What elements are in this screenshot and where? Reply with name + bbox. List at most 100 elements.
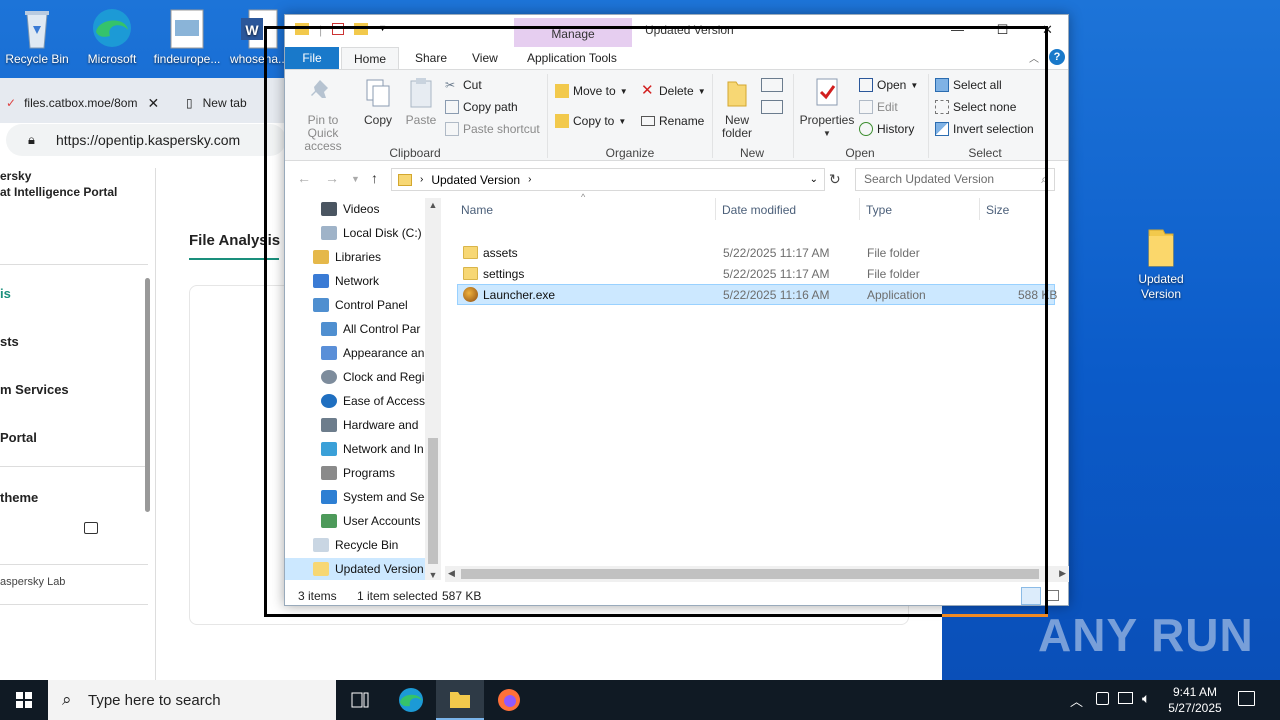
path-dropdown-icon[interactable]: ⌄ — [810, 174, 818, 185]
file-row-selected[interactable]: Launcher.exe 5/22/2025 11:16 AM Applicat… — [457, 284, 1057, 305]
meet-now-icon[interactable] — [1096, 692, 1109, 705]
sidebar-item-requests[interactable]: sts — [0, 334, 19, 349]
nav-item-user-accounts[interactable]: User Accounts — [321, 510, 420, 532]
nav-item-appearance[interactable]: Appearance an — [321, 342, 424, 364]
browser-address-bar[interactable]: 🔒︎ https://opentip.kaspersky.com — [6, 124, 286, 156]
browser-tab-newtab[interactable]: ▯ New tab — [186, 88, 247, 118]
tab-view[interactable]: View — [460, 47, 510, 69]
properties-icon[interactable] — [332, 23, 345, 35]
copy-button[interactable]: Copy — [360, 76, 396, 127]
edge-taskbar-button[interactable] — [387, 680, 435, 720]
title-bar[interactable]: | ▼ Manage Updated Version — ☐ ✕ — [285, 15, 1068, 47]
edit-button[interactable]: Edit — [859, 100, 898, 114]
select-all-button[interactable]: Select all — [935, 78, 1002, 92]
path-bar[interactable]: › Updated Version › ⌄ — [391, 168, 825, 191]
scroll-down-icon[interactable]: ▼ — [425, 570, 441, 580]
sidebar-item-portal[interactable]: Portal — [0, 430, 37, 445]
up-arrow-icon[interactable]: ↑ — [371, 170, 378, 186]
findeurope-desktop-icon[interactable]: findeurope... — [150, 6, 224, 67]
cut-button[interactable]: ✂ Cut — [445, 78, 482, 92]
details-view-icon[interactable] — [1021, 587, 1041, 605]
sidebar-item-analysis[interactable]: is — [0, 286, 11, 301]
column-header-type[interactable]: Type — [866, 203, 892, 217]
nav-item-recycle-bin[interactable]: Recycle Bin — [313, 534, 398, 556]
close-button[interactable]: ✕ — [1025, 15, 1070, 45]
network-status-icon[interactable] — [1118, 692, 1133, 704]
chevron-down-icon[interactable]: ▼ — [378, 23, 387, 37]
forward-arrow-icon[interactable]: → — [325, 170, 339, 186]
back-arrow-icon[interactable]: ← — [297, 170, 311, 186]
paste-shortcut-button[interactable]: Paste shortcut — [445, 122, 540, 136]
help-icon[interactable]: ? — [1049, 49, 1065, 65]
nav-item-network[interactable]: Network — [313, 270, 379, 292]
pin-to-quick-access-button[interactable]: Pin to Quick access — [291, 76, 355, 153]
tab-home[interactable]: Home — [341, 47, 400, 69]
maximize-button[interactable]: ☐ — [980, 15, 1025, 45]
nav-item-updated-version[interactable]: Updated Version — [285, 558, 425, 580]
close-tab-icon[interactable]: ✕ — [147, 95, 159, 112]
file-row[interactable]: assets 5/22/2025 11:17 AM File folder — [457, 242, 1055, 263]
copy-to-button[interactable]: Copy to ▼ — [555, 114, 626, 128]
scroll-right-icon[interactable]: ▶ — [1059, 568, 1066, 579]
updated-version-desktop-icon[interactable]: Updated Version — [1124, 226, 1198, 302]
task-view-button[interactable] — [336, 680, 384, 720]
nav-item-videos[interactable]: Videos — [321, 198, 379, 220]
file-row[interactable]: settings 5/22/2025 11:17 AM File folder — [457, 263, 1055, 284]
easy-access-icon[interactable] — [761, 100, 783, 114]
folder-icon[interactable] — [295, 23, 309, 35]
sidebar-scrollbar[interactable] — [145, 278, 150, 512]
select-none-button[interactable]: Select none — [935, 100, 1016, 114]
system-clock[interactable]: 9:41 AM 5/27/2025 — [1160, 684, 1230, 716]
tab-application-tools[interactable]: Application Tools — [515, 47, 629, 69]
notification-center-icon[interactable] — [1238, 691, 1255, 706]
sidebar-item-services[interactable]: m Services — [0, 382, 69, 397]
edge-desktop-icon[interactable]: Microsoft — [75, 6, 149, 67]
scroll-left-icon[interactable]: ◀ — [448, 568, 455, 579]
open-button[interactable]: Open ▼ — [859, 78, 918, 92]
nav-item-local-disk[interactable]: Local Disk (C:) — [321, 222, 422, 244]
tab-file[interactable]: File — [285, 47, 339, 69]
invert-selection-button[interactable]: Invert selection — [935, 122, 1034, 136]
taskbar-search-input[interactable]: ⌕ Type here to search — [48, 680, 336, 720]
firefox-taskbar-button[interactable] — [485, 680, 533, 720]
tab-share[interactable]: Share — [403, 47, 459, 69]
nav-item-ease-of-access[interactable]: Ease of Access — [321, 390, 425, 412]
collapse-ribbon-icon[interactable]: ︿ — [1029, 50, 1039, 65]
history-button[interactable]: History — [859, 122, 914, 136]
search-input[interactable]: Search Updated Version ⌕ — [855, 168, 1055, 191]
delete-button[interactable]: ✕ Delete ▼ — [641, 83, 706, 98]
new-folder-icon[interactable] — [354, 23, 369, 35]
file-explorer-taskbar-button[interactable] — [436, 680, 484, 720]
start-button[interactable] — [0, 680, 48, 720]
scroll-thumb[interactable] — [461, 569, 1039, 579]
large-icons-view-icon[interactable] — [1047, 590, 1059, 601]
nav-item-system-security[interactable]: System and Sec — [321, 486, 430, 508]
horizontal-scrollbar[interactable]: ◀ ▶ — [445, 566, 1069, 582]
column-header-date[interactable]: Date modified — [722, 203, 796, 217]
nav-item-libraries[interactable]: Libraries — [313, 246, 381, 268]
recent-locations-icon[interactable]: ▼ — [351, 174, 360, 184]
nav-item-clock[interactable]: Clock and Regi — [321, 366, 424, 388]
nav-item-hardware[interactable]: Hardware and — [321, 414, 418, 436]
scroll-up-icon[interactable]: ▲ — [425, 200, 441, 210]
properties-button[interactable]: Properties ▼ — [799, 76, 855, 140]
show-hidden-icons-icon[interactable]: ︿ — [1070, 691, 1083, 710]
new-folder-button[interactable]: New folder — [717, 76, 757, 140]
paste-button[interactable]: Paste — [403, 76, 439, 127]
refresh-icon[interactable]: ↻ — [829, 171, 841, 188]
move-to-button[interactable]: Move to ▼ — [555, 84, 628, 98]
nav-item-programs[interactable]: Programs — [321, 462, 395, 484]
path-segment[interactable]: Updated Version — [431, 173, 520, 187]
column-header-name[interactable]: Name — [461, 203, 493, 217]
recycle-bin-desktop-icon[interactable]: Recycle Bin — [0, 6, 74, 67]
nav-item-network-internet[interactable]: Network and In — [321, 438, 424, 460]
rename-button[interactable]: Rename — [641, 114, 704, 128]
sidebar-item-theme[interactable]: theme — [0, 490, 38, 505]
browser-tab-catbox[interactable]: ✓ files.catbox.moe/8om ✕ — [6, 88, 159, 118]
new-item-icon[interactable] — [761, 78, 783, 92]
nav-item-control-panel[interactable]: Control Panel — [313, 294, 408, 316]
volume-icon[interactable]: 🔈︎ — [1142, 690, 1150, 707]
minimize-button[interactable]: — — [935, 15, 980, 45]
column-header-size[interactable]: Size — [986, 203, 1009, 217]
feedback-icon[interactable] — [84, 522, 98, 534]
